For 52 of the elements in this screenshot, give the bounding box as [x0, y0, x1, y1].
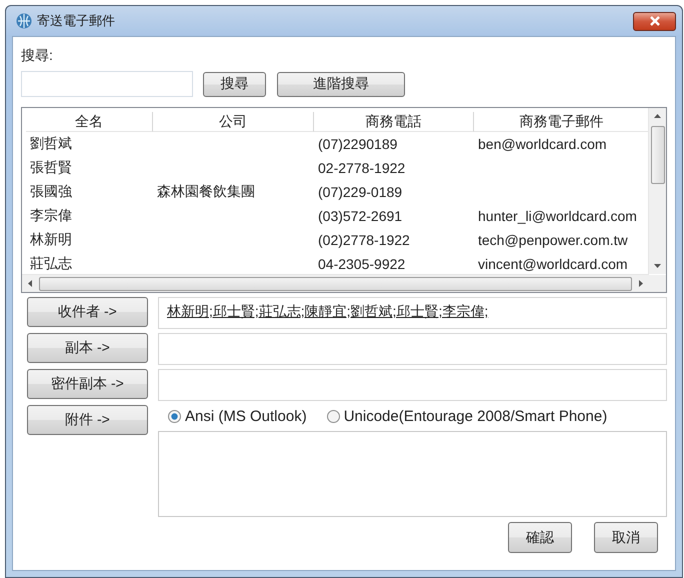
globe-icon	[16, 13, 32, 29]
search-label: 搜尋:	[21, 47, 54, 65]
table-cell-text: (03)572-2691	[317, 208, 404, 224]
table-cell-text: 李宗偉	[29, 207, 73, 225]
address-field[interactable]	[158, 333, 667, 365]
confirm-button[interactable]: 確認	[508, 522, 572, 553]
scroll-left-icon[interactable]	[28, 280, 32, 287]
table-cell-text: tech@penpower.com.tw	[477, 232, 629, 248]
scroll-thumb[interactable]	[39, 277, 632, 291]
column-header[interactable]: 全名	[26, 112, 153, 132]
table-cell-text: (07)2290189	[317, 136, 398, 152]
close-icon[interactable]	[648, 16, 660, 26]
horizontal-scrollbar[interactable]	[22, 274, 649, 292]
table-cell-text: hunter_li@worldcard.com	[477, 208, 638, 224]
table-cell-text: 劉哲斌	[29, 135, 73, 153]
window-title: 寄送電子郵件	[37, 12, 115, 30]
attachment-button[interactable]: 附件 ->	[27, 405, 148, 435]
table-cell-text: ben@worldcard.com	[477, 136, 608, 152]
radio-icon[interactable]	[168, 410, 181, 422]
table-cell-text: 森林園餐飲集團	[156, 183, 256, 201]
table-cell-text: 張國強	[29, 183, 73, 201]
table-cell-text: 張哲賢	[29, 159, 73, 177]
scroll-thumb[interactable]	[651, 126, 665, 184]
column-header[interactable]: 公司	[153, 112, 314, 132]
encoding-radio[interactable]: Ansi (MS Outlook)	[168, 408, 307, 424]
address-field[interactable]: 林新明;邱士賢;莊弘志;陳靜宜;劉哲斌;邱士賢;李宗偉;	[158, 297, 667, 329]
to-button[interactable]: 收件者 ->	[27, 297, 148, 327]
cancel-button[interactable]: 取消	[594, 522, 658, 553]
column-header[interactable]: 商務電話	[314, 112, 474, 132]
table-cell-text: vincent@worldcard.com	[477, 256, 629, 272]
bcc-button[interactable]: 密件副本 ->	[27, 369, 148, 399]
address-field[interactable]	[158, 369, 667, 401]
scroll-down-icon[interactable]	[654, 264, 661, 268]
encoding-radio[interactable]: Unicode(Entourage 2008/Smart Phone)	[326, 408, 608, 424]
vertical-scrollbar[interactable]	[648, 108, 666, 274]
scroll-right-icon[interactable]	[639, 280, 643, 287]
scrollbar-corner	[649, 275, 666, 292]
column-header[interactable]: 商務電子郵件	[474, 112, 650, 132]
search-field[interactable]	[21, 71, 193, 97]
table-cell-text: 02-2778-1922	[317, 160, 406, 176]
radio-icon[interactable]	[326, 410, 340, 422]
table-cell-text: 04-2305-9922	[317, 256, 406, 272]
cc-button[interactable]: 副本 ->	[27, 333, 148, 363]
attachment-list[interactable]	[158, 431, 667, 517]
scroll-up-icon[interactable]	[654, 114, 661, 118]
advanced-search-button[interactable]: 進階搜尋	[277, 72, 405, 96]
close-button[interactable]	[633, 12, 676, 30]
table-cell-text: (07)229-0189	[317, 184, 404, 200]
table-cell-text: (02)2778-1922	[317, 232, 411, 248]
search-button[interactable]: 搜尋	[203, 72, 266, 96]
table-cell-text: 莊弘志	[29, 255, 73, 273]
table-cell-text: 林新明	[29, 231, 73, 249]
